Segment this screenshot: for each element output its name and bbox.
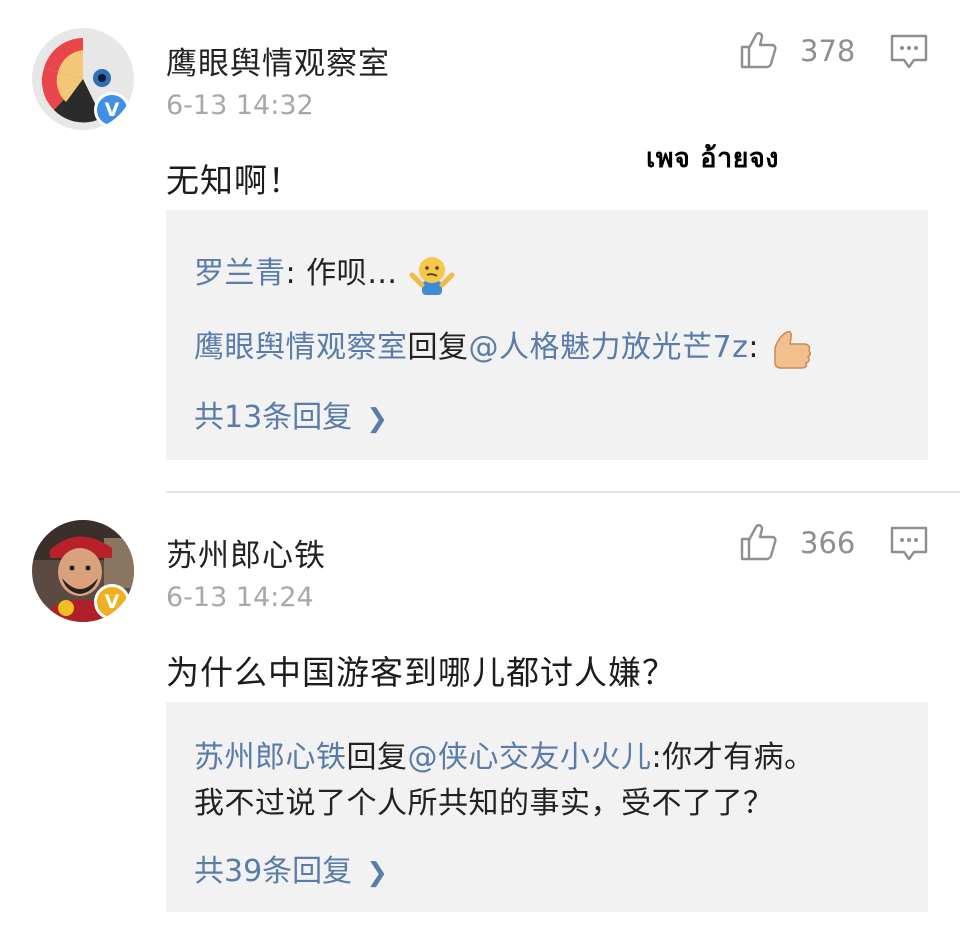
comment-feed: V 鹰眼舆情观察室 6-13 14:32 378 无知啊！ 罗兰青: 作呗… 鹰… [0, 0, 960, 940]
like-count: 366 [800, 526, 856, 560]
watermark-caption: เพจ อ้ายจง [646, 143, 779, 174]
view-more-replies-link[interactable]: 共13条回复 ❯ [194, 392, 388, 436]
reply-author-link[interactable]: 鹰眼舆情观察室 [194, 330, 408, 365]
reply-separator: : [748, 330, 759, 365]
reply-preview-line: 罗兰青: 作呗… [194, 248, 456, 295]
more-replies-label: 共39条回复 [194, 854, 353, 889]
verified-badge-icon: V [94, 584, 130, 620]
comment-item: V 鹰眼舆情观察室 6-13 14:32 378 无知啊！ 罗兰青: 作呗… 鹰… [0, 0, 960, 492]
more-replies-label: 共13条回复 [194, 400, 353, 435]
reply-preview-line: 鹰眼舆情观察室回复@人格魅力放光芒7z: [194, 322, 813, 370]
avatar[interactable]: V [32, 520, 134, 622]
comment-text: 为什么中国游客到哪儿都讨人嫌？ [166, 653, 676, 692]
thumbs-up-icon[interactable] [738, 30, 778, 70]
reply-text: 我不过说了个人所共知的事实，受不了了？ [194, 786, 774, 821]
reply-preview-line: 苏州郎心铁回复@侠心交友小火儿:你才有病。 [194, 732, 815, 776]
view-more-replies-link[interactable]: 共39条回复 ❯ [194, 846, 388, 890]
avatar[interactable]: V [32, 28, 134, 130]
thumbs-up-emoji-icon [774, 330, 812, 369]
comment-item: V 苏州郎心铁 6-13 14:24 366 为什么中国游客到哪儿都讨人嫌？ 苏… [0, 492, 960, 940]
reply-preview-line-continued: 我不过说了个人所共知的事实，受不了了？ [194, 778, 774, 822]
reply-action: 回复 [346, 740, 408, 775]
comment-username[interactable]: 苏州郎心铁 [166, 530, 326, 575]
reply-text: :你才有病。 [651, 740, 815, 775]
reply-preview-box[interactable]: 苏州郎心铁回复@侠心交友小火儿:你才有病。 我不过说了个人所共知的事实，受不了了… [166, 702, 928, 912]
chevron-right-icon: ❯ [366, 404, 388, 434]
reply-preview-box[interactable]: 罗兰青: 作呗… 鹰眼舆情观察室回复@人格魅力放光芒7z: 共13条回复 ❯ [166, 210, 928, 460]
comment-username[interactable]: 鹰眼舆情观察室 [166, 38, 390, 83]
like-count: 378 [800, 34, 856, 68]
chevron-right-icon: ❯ [366, 858, 388, 888]
comment-timestamp: 6-13 14:32 [166, 90, 314, 121]
comment-timestamp: 6-13 14:24 [166, 582, 314, 613]
comment-text: 无知啊！ [166, 161, 302, 200]
verified-badge-icon: V [94, 92, 130, 128]
shrug-emoji-icon [409, 256, 455, 295]
mention-link[interactable]: @侠心交友小火儿 [408, 740, 652, 775]
reply-action: 回复 [407, 330, 469, 365]
mention-link[interactable]: @人格魅力放光芒7z [469, 330, 749, 365]
comment-bubble-icon[interactable] [890, 526, 928, 562]
reply-text: 作呗… [306, 256, 398, 291]
reply-author-link[interactable]: 苏州郎心铁 [194, 740, 347, 775]
comment-bubble-icon[interactable] [890, 34, 928, 70]
thumbs-up-icon[interactable] [738, 522, 778, 562]
reply-author-link[interactable]: 罗兰青 [194, 256, 286, 291]
reply-separator: : [285, 256, 307, 291]
